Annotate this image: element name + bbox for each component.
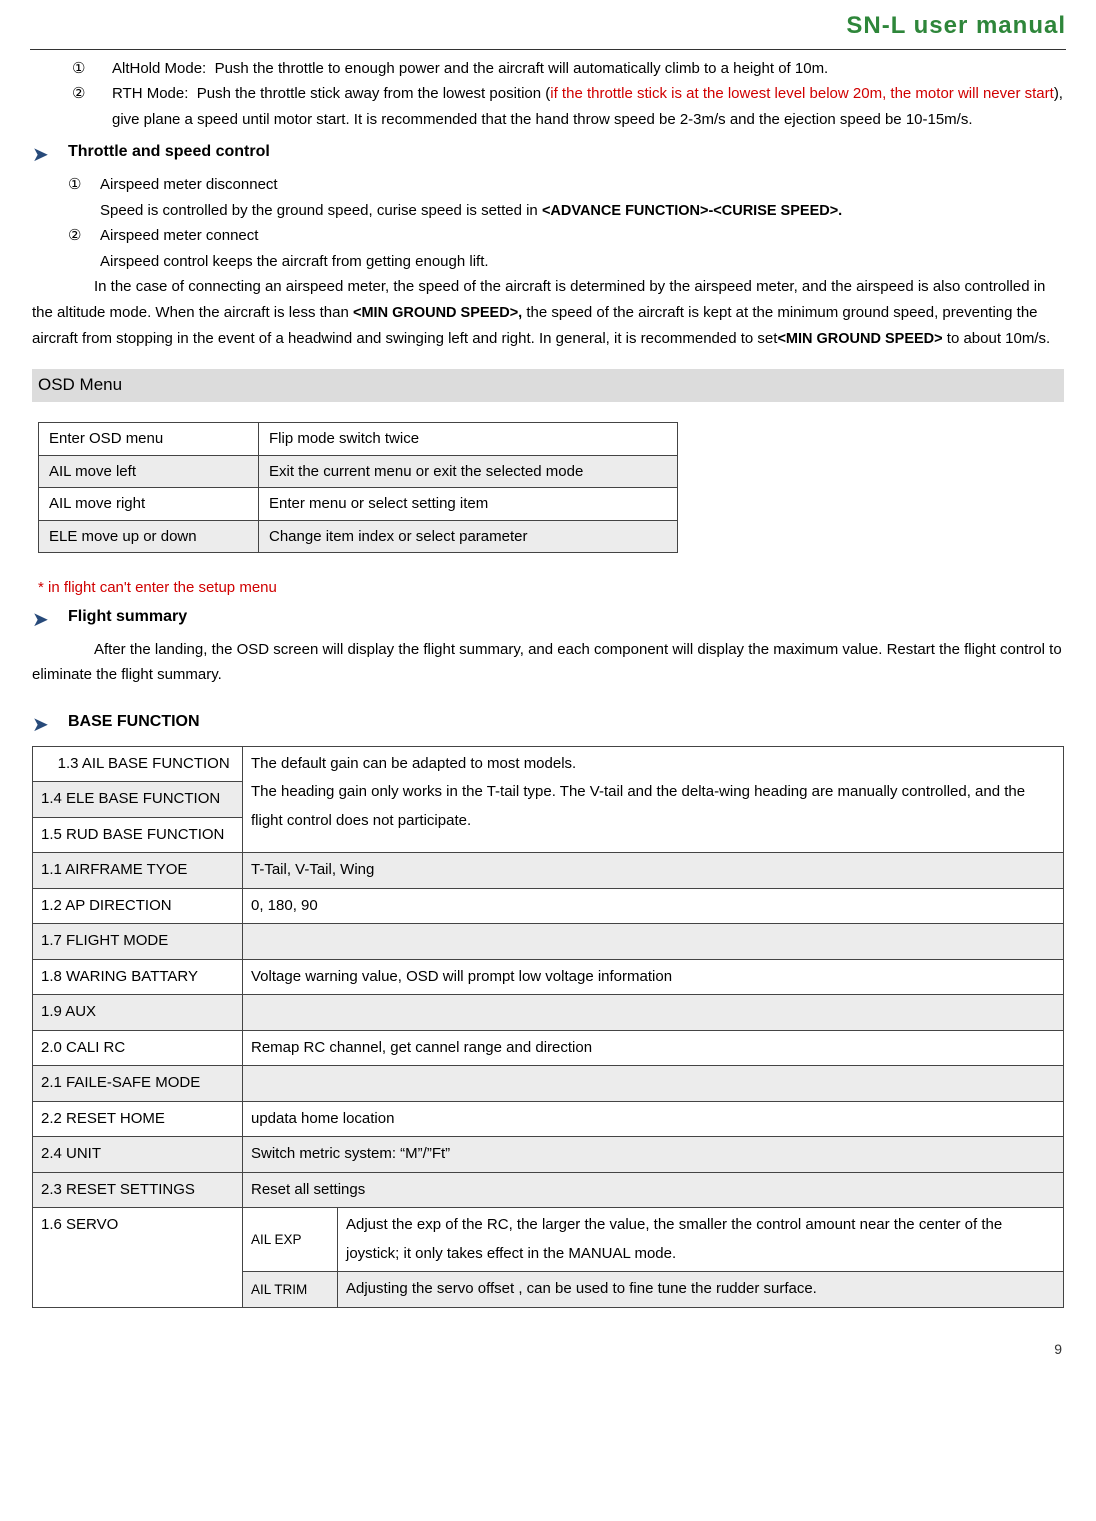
throttle-sub-num-1: ① bbox=[68, 172, 90, 198]
list-item-rth: RTH Mode: Push the throttle stick away f… bbox=[112, 81, 1064, 132]
osd-r1c1: Enter OSD menu bbox=[39, 423, 259, 456]
throttle-sub2-line1: Airspeed control keeps the aircraft from… bbox=[100, 249, 1064, 275]
base-r11c2: updata home location bbox=[243, 1101, 1064, 1137]
table-row: 1.3 AIL BASE FUNCTION The default gain c… bbox=[33, 746, 1064, 782]
base-r14c1: 1.6 SERVO bbox=[33, 1208, 243, 1308]
base-r7c1: 1.8 WARING BATTARY bbox=[33, 959, 243, 995]
base-r12c1: 2.4 UNIT bbox=[33, 1137, 243, 1173]
base-r5c2: 0, 180, 90 bbox=[243, 888, 1064, 924]
throttle-sub1-body: Speed is controlled by the ground speed,… bbox=[100, 198, 1064, 224]
base-ail-trim-desc: Adjusting the servo offset , can be used… bbox=[338, 1272, 1064, 1308]
base-r7c2: Voltage warning value, OSD will prompt l… bbox=[243, 959, 1064, 995]
flight-summary-text: After the landing, the OSD screen will d… bbox=[32, 637, 1064, 688]
table-row: 2.3 RESET SETTINGS Reset all settings bbox=[33, 1172, 1064, 1208]
header-divider bbox=[30, 49, 1066, 50]
chevron-icon: ➤ bbox=[32, 708, 56, 742]
osd-r3c2: Enter menu or select setting item bbox=[259, 488, 678, 521]
base-r8c2 bbox=[243, 995, 1064, 1031]
base-r5c1: 1.2 AP DIRECTION bbox=[33, 888, 243, 924]
base-function-table: 1.3 AIL BASE FUNCTION The default gain c… bbox=[32, 746, 1064, 1308]
base-r2c1: 1.4 ELE BASE FUNCTION bbox=[33, 782, 243, 818]
base-r9c1: 2.0 CALI RC bbox=[33, 1030, 243, 1066]
base-r4c2: T-Tail, V-Tail, Wing bbox=[243, 853, 1064, 889]
osd-note: * in flight can't enter the setup menu bbox=[38, 575, 1064, 601]
header-title: SN-L user manual bbox=[30, 0, 1066, 49]
chevron-icon: ➤ bbox=[32, 138, 56, 172]
list-number-1: ① bbox=[72, 56, 94, 82]
osd-r4c1: ELE move up or down bbox=[39, 520, 259, 553]
table-row: 1.9 AUX bbox=[33, 995, 1064, 1031]
osd-r4c2: Change item index or select parameter bbox=[259, 520, 678, 553]
table-row: Enter OSD menu Flip mode switch twice bbox=[39, 423, 678, 456]
base-r13c1: 2.3 RESET SETTINGS bbox=[33, 1172, 243, 1208]
base-r6c2 bbox=[243, 924, 1064, 960]
base-r1c1: 1.3 AIL BASE FUNCTION bbox=[33, 746, 243, 782]
osd-r2c2: Exit the current menu or exit the select… bbox=[259, 455, 678, 488]
throttle-sub-num-2: ② bbox=[68, 223, 90, 249]
base-ail-exp-desc: Adjust the exp of the RC, the larger the… bbox=[338, 1208, 1064, 1272]
base-r6c1: 1.7 FLIGHT MODE bbox=[33, 924, 243, 960]
rth-label: RTH Mode: bbox=[112, 85, 188, 102]
base-ail-exp-label: AIL EXP bbox=[243, 1208, 338, 1272]
min-ground-speed-1: <MIN GROUND SPEED>, bbox=[353, 305, 522, 321]
base-r4c1: 1.1 AIRFRAME TYOE bbox=[33, 853, 243, 889]
advance-function-path: <ADVANCE FUNCTION>-<CURISE SPEED>. bbox=[542, 203, 842, 219]
table-row: ELE move up or down Change item index or… bbox=[39, 520, 678, 553]
base-r11c1: 2.2 RESET HOME bbox=[33, 1101, 243, 1137]
base-r10c1: 2.1 FAILE-SAFE MODE bbox=[33, 1066, 243, 1102]
base-r12c2: Switch metric system: “M”/”Ft” bbox=[243, 1137, 1064, 1173]
osd-r1c2: Flip mode switch twice bbox=[259, 423, 678, 456]
table-row: 1.7 FLIGHT MODE bbox=[33, 924, 1064, 960]
list-item-althold: AltHold Mode: Push the throttle to enoug… bbox=[112, 56, 1064, 82]
base-r10c2 bbox=[243, 1066, 1064, 1102]
rth-warning: if the throttle stick is at the lowest l… bbox=[550, 85, 1054, 102]
list-number-2: ② bbox=[72, 81, 94, 132]
throttle-sub-title-2: Airspeed meter connect bbox=[100, 223, 1064, 249]
base-r3c1: 1.5 RUD BASE FUNCTION bbox=[33, 817, 243, 853]
throttle-sub2-e: to about 10m/s. bbox=[943, 330, 1051, 347]
base-r13c2: Reset all settings bbox=[243, 1172, 1064, 1208]
table-row: 1.1 AIRFRAME TYOE T-Tail, V-Tail, Wing bbox=[33, 853, 1064, 889]
content-body: ① AltHold Mode: Push the throttle to eno… bbox=[30, 56, 1066, 1362]
osd-table: Enter OSD menu Flip mode switch twice AI… bbox=[38, 422, 678, 553]
althold-label: AltHold Mode: bbox=[112, 60, 206, 77]
osd-r2c1: AIL move left bbox=[39, 455, 259, 488]
throttle-sub2-para: In the case of connecting an airspeed me… bbox=[32, 274, 1064, 351]
table-row: AIL move left Exit the current menu or e… bbox=[39, 455, 678, 488]
table-row: AIL move right Enter menu or select sett… bbox=[39, 488, 678, 521]
throttle-heading: Throttle and speed control bbox=[68, 138, 270, 172]
osd-r3c1: AIL move right bbox=[39, 488, 259, 521]
table-row: 2.2 RESET HOME updata home location bbox=[33, 1101, 1064, 1137]
chevron-icon: ➤ bbox=[32, 603, 56, 637]
throttle-sub-title-1: Airspeed meter disconnect bbox=[100, 172, 1064, 198]
table-row: 1.8 WARING BATTARY Voltage warning value… bbox=[33, 959, 1064, 995]
min-ground-speed-2: <MIN GROUND SPEED> bbox=[777, 331, 942, 347]
table-row: 1.6 SERVO AIL EXP Adjust the exp of the … bbox=[33, 1208, 1064, 1272]
base-r8c1: 1.9 AUX bbox=[33, 995, 243, 1031]
page-number: 9 bbox=[32, 1338, 1064, 1362]
base-function-heading: BASE FUNCTION bbox=[68, 708, 200, 742]
table-row: 2.1 FAILE-SAFE MODE bbox=[33, 1066, 1064, 1102]
table-row: 1.2 AP DIRECTION 0, 180, 90 bbox=[33, 888, 1064, 924]
table-row: 2.4 UNIT Switch metric system: “M”/”Ft” bbox=[33, 1137, 1064, 1173]
base-merged-desc: The default gain can be adapted to most … bbox=[243, 746, 1064, 853]
rth-pre: Push the throttle stick away from the lo… bbox=[197, 85, 551, 102]
throttle-sub1-text-a: Speed is controlled by the ground speed,… bbox=[100, 202, 542, 219]
table-row: 2.0 CALI RC Remap RC channel, get cannel… bbox=[33, 1030, 1064, 1066]
osd-heading: OSD Menu bbox=[32, 369, 1064, 402]
base-ail-trim-label: AIL TRIM bbox=[243, 1272, 338, 1308]
base-r9c2: Remap RC channel, get cannel range and d… bbox=[243, 1030, 1064, 1066]
althold-text: Push the throttle to enough power and th… bbox=[215, 60, 829, 77]
flight-summary-heading: Flight summary bbox=[68, 603, 187, 637]
